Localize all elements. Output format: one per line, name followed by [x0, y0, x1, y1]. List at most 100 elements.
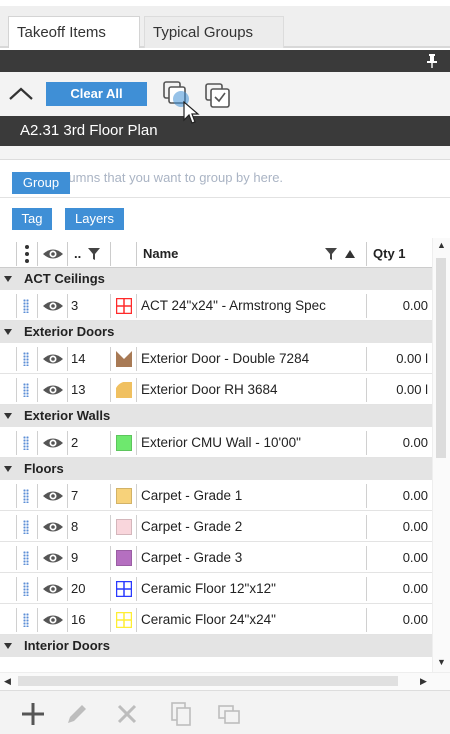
item-id: 7 [67, 484, 109, 508]
tag-button[interactable]: Tag [12, 208, 52, 230]
item-name: Ceramic Floor 24"x24" [136, 608, 366, 632]
drag-handle[interactable] [16, 577, 36, 601]
eye-icon [43, 301, 63, 311]
visibility-toggle[interactable] [37, 515, 67, 539]
eye-icon [43, 522, 63, 532]
item-style[interactable] [110, 484, 136, 508]
item-style[interactable] [110, 515, 136, 539]
drag-handle[interactable] [16, 378, 36, 402]
group-row[interactable]: Exterior Doors [0, 321, 432, 343]
drag-handle-icon [23, 582, 29, 596]
grid-swatch-icon [116, 612, 132, 628]
item-name: Exterior Door - Double 7284 [136, 347, 366, 371]
group-row[interactable]: Exterior Walls [0, 405, 432, 427]
item-name: ACT 24"x24" - Armstrong Spec [136, 294, 366, 318]
expand-caret-icon[interactable] [4, 466, 12, 472]
table-row[interactable]: 20 Ceramic Floor 12"x12" 0.00 [0, 573, 432, 604]
visibility-toggle[interactable] [37, 484, 67, 508]
scroll-right-icon[interactable]: ▶ [420, 676, 427, 687]
drag-handle-icon [23, 352, 29, 366]
item-id: 9 [67, 546, 109, 570]
group-label: Interior Doors [24, 638, 110, 653]
takeoff-items-grid: .. Name Qty 1 ACT Ceilings 3 ACT 24"x24" -… [0, 238, 432, 672]
vertical-scrollbar-thumb[interactable] [436, 258, 446, 458]
layers-button[interactable]: Layers [65, 208, 124, 230]
expand-caret-icon[interactable] [4, 329, 12, 335]
drag-handle[interactable] [16, 294, 36, 318]
eye-icon [43, 354, 63, 364]
group-row[interactable]: Interior Doors [0, 635, 432, 657]
drag-handle[interactable] [16, 608, 36, 632]
visibility-toggle[interactable] [37, 294, 67, 318]
item-id: 16 [67, 608, 109, 632]
item-style[interactable] [110, 431, 136, 455]
column-qty[interactable]: Qty 1 [366, 242, 432, 266]
chevron-up-icon[interactable] [8, 84, 34, 102]
group-chip[interactable]: Group [12, 172, 70, 194]
item-name: Exterior CMU Wall - 10'00" [136, 431, 366, 455]
color-swatch-icon [116, 550, 132, 566]
scroll-up-icon[interactable]: ▲ [437, 240, 446, 250]
grid-swatch-icon [116, 298, 132, 314]
visibility-toggle[interactable] [37, 608, 67, 632]
tab-typical-groups[interactable]: Typical Groups [144, 16, 284, 48]
table-row[interactable]: 14 Exterior Door - Double 7284 0.00 l [0, 343, 432, 374]
group-by-area[interactable]: Drag columns that you want to group by h… [0, 160, 450, 198]
table-row[interactable]: 3 ACT 24"x24" - Armstrong Spec 0.00 [0, 290, 432, 321]
expand-caret-icon[interactable] [4, 413, 12, 419]
drag-handle[interactable] [16, 431, 36, 455]
pin-icon[interactable] [426, 54, 438, 68]
column-visibility[interactable] [37, 242, 67, 266]
eye-icon [43, 385, 63, 395]
item-name: Exterior Door RH 3684 [136, 378, 366, 402]
table-row[interactable]: 16 Ceramic Floor 24"x24" 0.00 [0, 604, 432, 635]
drag-handle[interactable] [16, 546, 36, 570]
column-name[interactable]: Name [136, 242, 366, 266]
item-style[interactable] [110, 577, 136, 601]
add-icon[interactable] [20, 701, 46, 727]
column-id[interactable]: .. [67, 242, 109, 266]
visibility-toggle[interactable] [37, 347, 67, 371]
visibility-toggle[interactable] [37, 378, 67, 402]
item-style[interactable] [110, 294, 136, 318]
assign-icon[interactable] [216, 701, 242, 727]
delete-icon[interactable] [114, 701, 140, 727]
select-all-icon[interactable] [204, 82, 232, 110]
item-id: 3 [67, 294, 109, 318]
item-style[interactable] [110, 347, 136, 371]
group-row[interactable]: Floors [0, 458, 432, 480]
horizontal-scrollbar-thumb[interactable] [18, 676, 398, 686]
column-swatch [110, 242, 136, 266]
sort-ascending-icon[interactable] [345, 250, 355, 258]
eye-icon [43, 491, 63, 501]
duplicate-icon[interactable] [168, 701, 194, 727]
item-style[interactable] [110, 378, 136, 402]
drag-handle[interactable] [16, 515, 36, 539]
table-row[interactable]: 9 Carpet - Grade 3 0.00 [0, 542, 432, 573]
drag-handle[interactable] [16, 347, 36, 371]
scroll-left-icon[interactable]: ◀ [4, 676, 11, 687]
table-row[interactable]: 13 Exterior Door RH 3684 0.00 l [0, 374, 432, 405]
table-row[interactable]: 8 Carpet - Grade 2 0.00 [0, 511, 432, 542]
column-menu[interactable] [16, 242, 36, 266]
expand-caret-icon[interactable] [4, 276, 12, 282]
group-row[interactable]: ACT Ceilings [0, 268, 432, 290]
item-style[interactable] [110, 546, 136, 570]
clear-all-button[interactable]: Clear All [46, 82, 147, 106]
table-row[interactable]: 2 Exterior CMU Wall - 10'00" 0.00 [0, 427, 432, 458]
visibility-toggle[interactable] [37, 577, 67, 601]
visibility-toggle[interactable] [37, 546, 67, 570]
item-qty: 0.00 l [366, 347, 432, 371]
item-style[interactable] [110, 608, 136, 632]
expand-caret-icon[interactable] [4, 643, 12, 649]
drag-handle[interactable] [16, 484, 36, 508]
scroll-down-icon[interactable]: ▼ [437, 657, 446, 667]
item-name: Carpet - Grade 1 [136, 484, 366, 508]
item-id: 14 [67, 347, 109, 371]
table-row[interactable]: 7 Carpet - Grade 1 0.00 [0, 480, 432, 511]
edit-icon[interactable] [64, 701, 90, 727]
visibility-toggle[interactable] [37, 431, 67, 455]
filter-icon[interactable] [325, 248, 337, 260]
filter-icon[interactable] [88, 248, 100, 260]
tab-takeoff-items[interactable]: Takeoff Items [8, 16, 140, 48]
